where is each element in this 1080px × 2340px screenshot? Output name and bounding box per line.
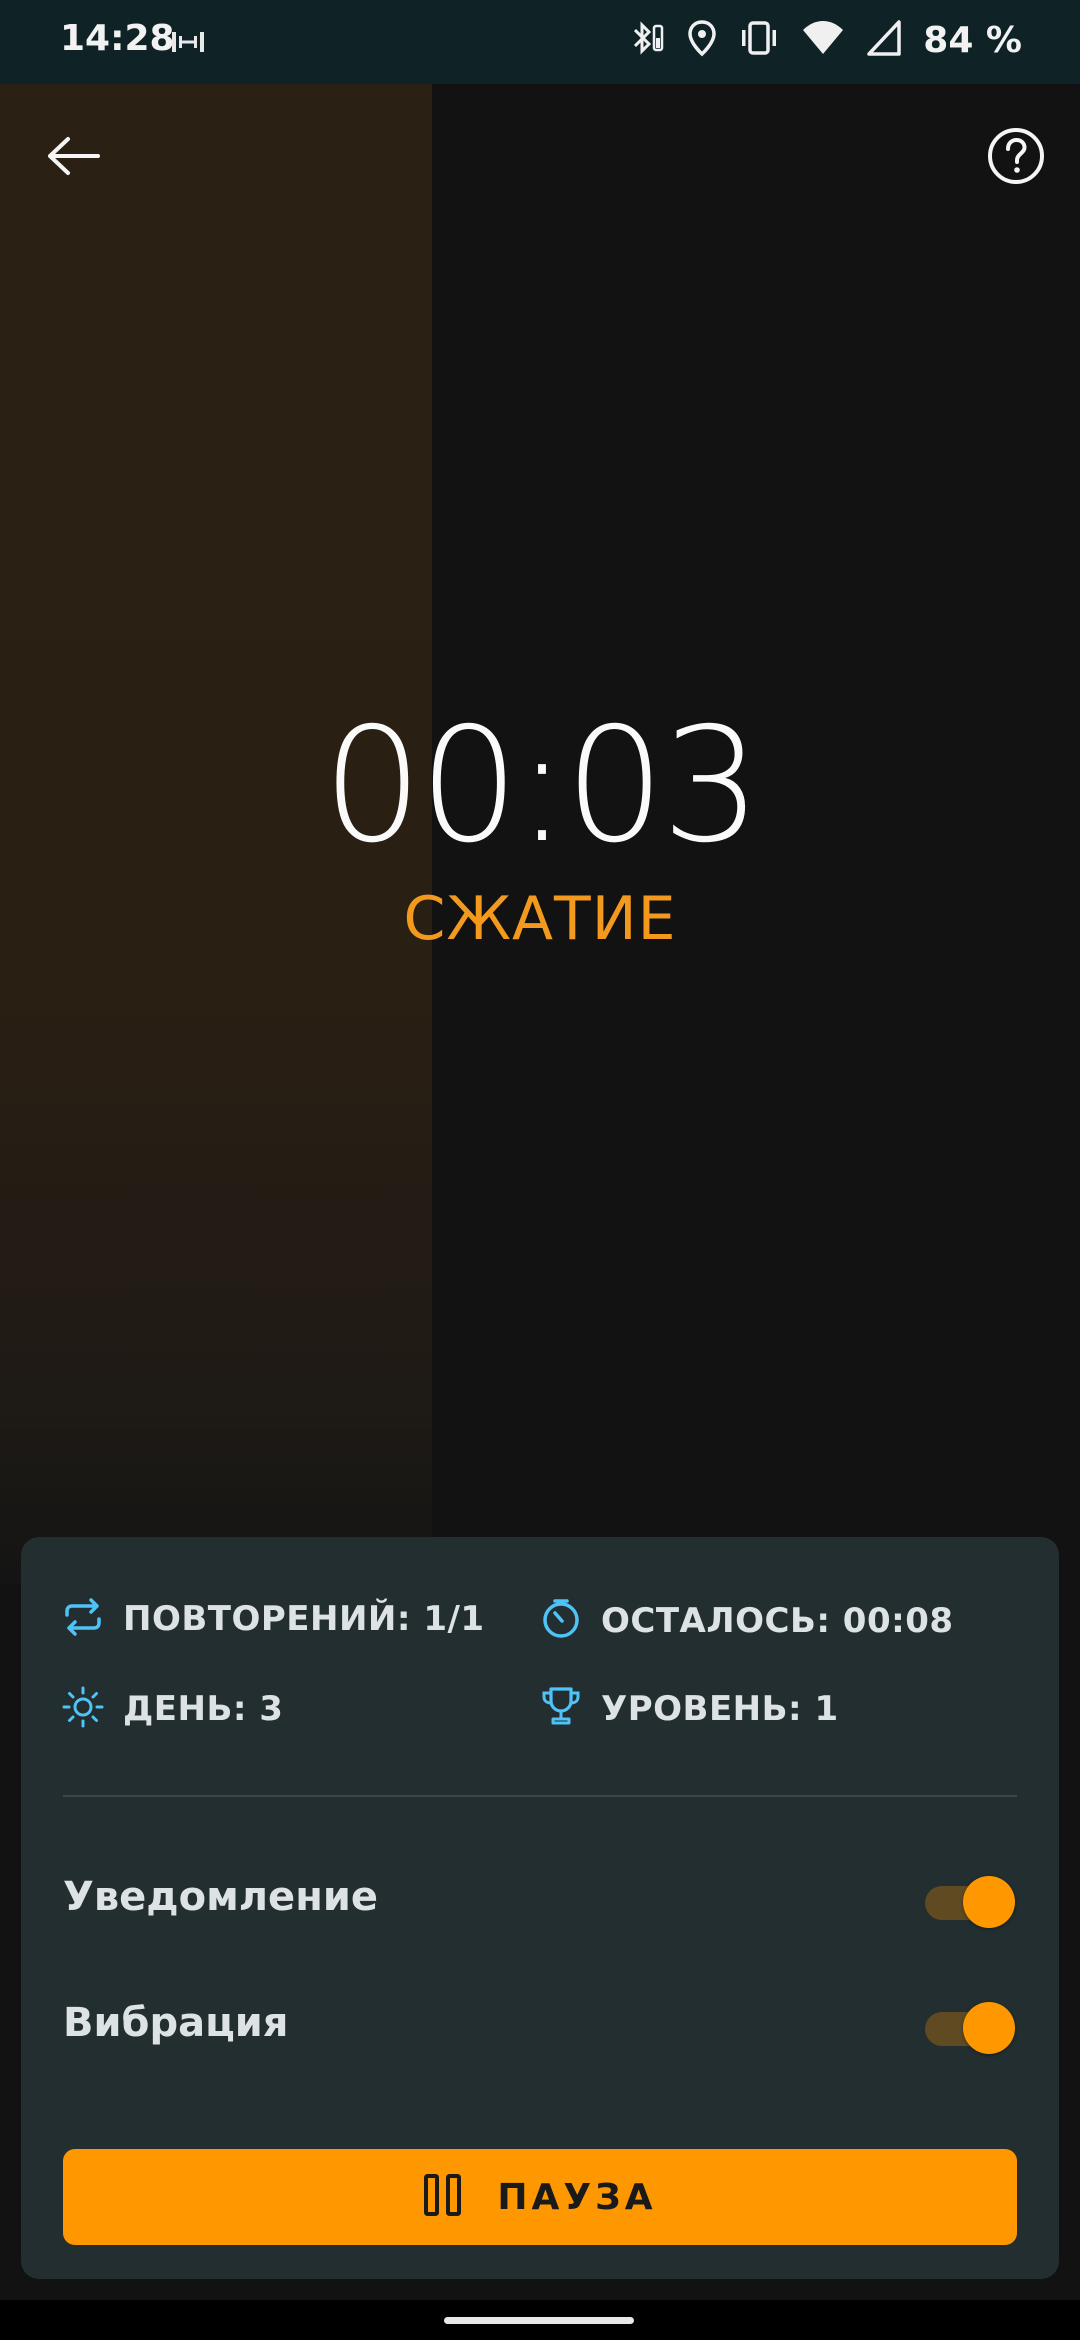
help-button[interactable] bbox=[982, 124, 1050, 192]
location-icon bbox=[687, 18, 717, 62]
pause-label: ПАУЗА bbox=[497, 2176, 657, 2218]
stat-day: ДЕНЬ: 3 bbox=[61, 1685, 283, 1733]
bluetooth-icon bbox=[627, 18, 667, 62]
phase-label: СЖАТИЕ bbox=[403, 884, 677, 954]
toggle-thumb bbox=[963, 2002, 1015, 2054]
divider bbox=[63, 1795, 1017, 1797]
level-label: УРОВЕНЬ: 1 bbox=[601, 1689, 839, 1729]
vibrate-icon bbox=[737, 18, 781, 62]
timer-screen: 00:03 СЖАТИЕ bbox=[0, 84, 1080, 1584]
toggle-thumb bbox=[963, 1876, 1015, 1928]
sun-icon bbox=[61, 1685, 105, 1733]
status-icons: 84 % bbox=[627, 18, 1022, 62]
signal-icon bbox=[865, 18, 903, 62]
vibration-row: Вибрация bbox=[63, 1988, 1017, 2068]
dumbbell-icon bbox=[170, 28, 206, 60]
repeat-icon bbox=[61, 1597, 105, 1641]
help-circle-icon bbox=[986, 126, 1046, 190]
status-bar: 14:28 84 % bbox=[0, 0, 1080, 84]
pause-icon bbox=[423, 2173, 463, 2221]
stat-repetitions: ПОВТОРЕНИЙ: 1/1 bbox=[61, 1597, 485, 1641]
vibration-toggle[interactable] bbox=[925, 2002, 1015, 2054]
stat-level: УРОВЕНЬ: 1 bbox=[539, 1685, 839, 1733]
home-handle[interactable] bbox=[444, 2317, 634, 2324]
timer-display: 00:03 bbox=[322, 694, 761, 878]
vibration-label: Вибрация bbox=[63, 2000, 289, 2046]
navigation-bar bbox=[0, 2300, 1080, 2340]
status-time: 14:28 bbox=[60, 18, 175, 59]
wifi-icon bbox=[801, 18, 845, 62]
back-button[interactable] bbox=[40, 124, 108, 192]
day-label: ДЕНЬ: 3 bbox=[123, 1689, 284, 1729]
arrow-left-icon bbox=[46, 136, 102, 180]
pause-button[interactable]: ПАУЗА bbox=[63, 2149, 1017, 2245]
stat-remaining: ОСТАЛОСЬ: 00:08 bbox=[539, 1597, 954, 1645]
session-panel: ПОВТОРЕНИЙ: 1/1 ОСТАЛОСЬ: 00:08 ДЕНЬ: 3 … bbox=[21, 1537, 1059, 2279]
battery-percent: 84 % bbox=[923, 19, 1022, 61]
notification-toggle[interactable] bbox=[925, 1876, 1015, 1928]
remaining-label: ОСТАЛОСЬ: 00:08 bbox=[601, 1601, 954, 1641]
timer-icon bbox=[539, 1597, 583, 1645]
repetitions-label: ПОВТОРЕНИЙ: 1/1 bbox=[123, 1599, 485, 1639]
notification-row: Уведомление bbox=[63, 1862, 1017, 1942]
trophy-icon bbox=[539, 1685, 583, 1733]
notification-label: Уведомление bbox=[63, 1874, 378, 1920]
